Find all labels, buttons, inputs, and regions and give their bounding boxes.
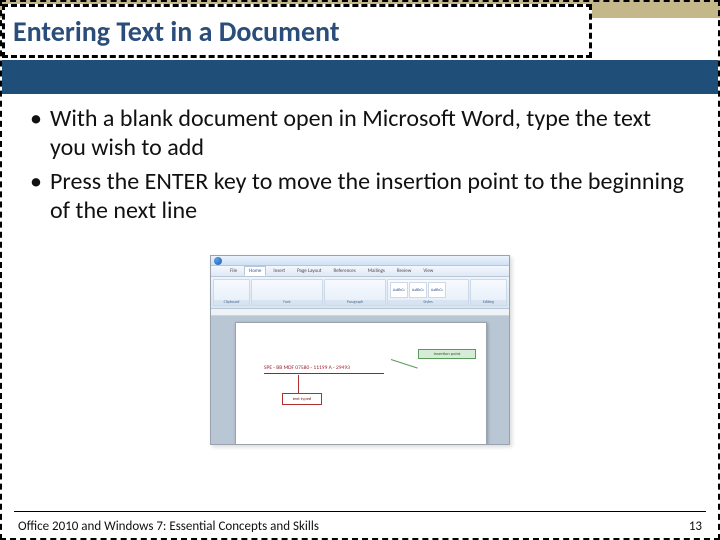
callout-text-typed: text typed [282,393,322,405]
ribbon-group: AaBbCc AaBbCc AaBbCc Styles [387,279,469,306]
ribbon-tab: References [328,266,360,276]
document-page: SPE - BB MDF 07580 - 11199 A - 29493 ins… [235,322,487,444]
bullet-list: With a blank document open in Microsoft … [26,104,686,225]
ribbon-group-label: Editing [471,300,506,305]
word-titlebar [211,256,509,266]
office-orb-icon [214,257,222,265]
ribbon-group: Font [251,279,323,306]
typed-underline [264,373,384,374]
ribbon-tabs: File Home Insert Page Layout References … [211,266,509,277]
slide-title: Entering Text in a Document [13,14,340,49]
ribbon-group-label: Paragraph [325,300,385,305]
callout-leader [391,359,418,369]
ribbon-group-label: Styles [388,300,468,305]
ribbon-tab: Home [244,266,266,276]
ribbon-tab: Page Layout [292,266,326,276]
typed-text: SPE - BB MDF 07580 - 11199 A - 29493 [264,365,350,371]
page-area: SPE - BB MDF 07580 - 11199 A - 29493 ins… [211,316,509,444]
ribbon-group-label: Clipboard [214,300,249,305]
body-content: With a blank document open in Microsoft … [26,104,686,229]
callout-insertion-point: insertion point [418,349,476,359]
ribbon-tab: File [225,266,242,276]
page-number: 13 [689,519,702,534]
bullet-item: With a blank document open in Microsoft … [26,104,686,163]
footer-left: Office 2010 and Windows 7: Essential Con… [18,519,319,534]
ruler [211,309,509,316]
ribbon-tab: Mailings [363,266,390,276]
style-swatch: AaBbCc [428,282,446,298]
ribbon-tab: Review [392,266,417,276]
slide: Entering Text in a Document With a blank… [0,0,720,540]
styles-gallery: AaBbCc AaBbCc AaBbCc [388,280,468,300]
ribbon-tab: View [418,266,438,276]
style-swatch: AaBbCc [409,282,427,298]
footer-rule [14,511,706,512]
bullet-item: Press the ENTER key to move the insertio… [26,167,686,226]
style-swatch: AaBbCc [390,282,408,298]
word-screenshot: File Home Insert Page Layout References … [210,255,510,445]
title-box: Entering Text in a Document [2,4,592,58]
ribbon-tab: Insert [268,266,290,276]
ribbon-group-label: Font [252,300,322,305]
decor-blue-band [2,60,718,94]
ribbon-group: Paragraph [324,279,386,306]
callout-leader [298,375,299,393]
ribbon-group: Editing [470,279,507,306]
ribbon-group: Clipboard [213,279,250,306]
footer: Office 2010 and Windows 7: Essential Con… [0,519,720,534]
ribbon: Clipboard Font Paragraph AaBbCc AaBbCc A… [211,277,509,309]
